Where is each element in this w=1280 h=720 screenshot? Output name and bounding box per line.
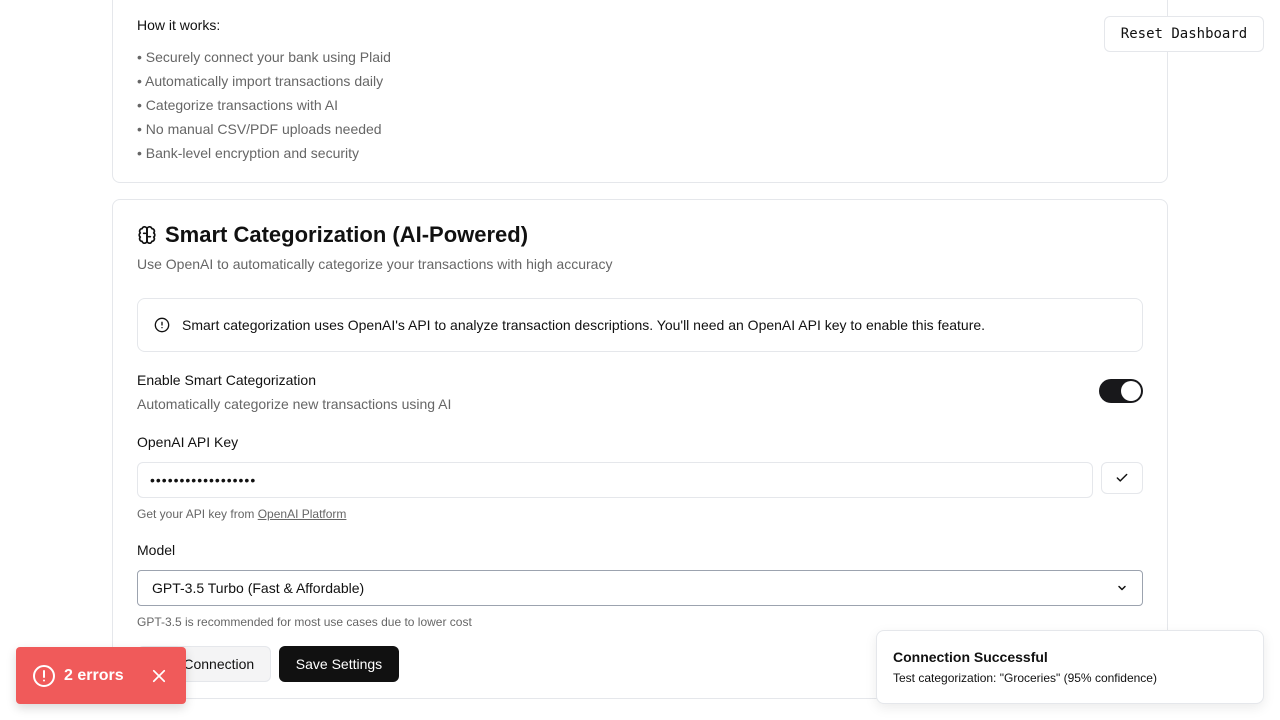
api-key-label: OpenAI API Key bbox=[137, 434, 239, 450]
toggle-knob bbox=[1121, 381, 1141, 401]
page-title: Smart Categorization (AI-Powered) bbox=[165, 222, 529, 247]
close-icon[interactable] bbox=[150, 667, 168, 685]
how-it-works-title: How it works: bbox=[137, 17, 221, 33]
toggle-description: Automatically categorize new transaction… bbox=[137, 396, 452, 412]
chevron-down-icon bbox=[1118, 585, 1126, 591]
toggle-label: Enable Smart Categorization bbox=[137, 372, 316, 388]
openai-platform-link[interactable]: OpenAI Platform bbox=[258, 507, 347, 521]
smart-categorization-toggle[interactable] bbox=[1099, 379, 1143, 403]
api-key-input[interactable] bbox=[137, 462, 1093, 498]
toast-body: Test categorization: "Groceries" (95% co… bbox=[893, 671, 1157, 685]
reset-dashboard-button[interactable]: Reset Dashboard bbox=[1104, 16, 1264, 52]
model-help: GPT-3.5 is recommended for most use case… bbox=[137, 615, 472, 629]
errors-count: 2 errors bbox=[64, 666, 124, 684]
section-title: Smart Categorization (AI-Powered) bbox=[137, 222, 528, 248]
api-key-help-text: Get your API key from bbox=[137, 507, 258, 521]
alert-circle-icon bbox=[33, 664, 55, 687]
list-item: • No manual CSV/PDF uploads needed bbox=[137, 121, 382, 137]
model-label: Model bbox=[137, 542, 176, 558]
errors-badge[interactable]: 2 errors bbox=[16, 647, 186, 704]
list-item: • Automatically import transactions dail… bbox=[137, 73, 384, 89]
model-select[interactable]: GPT-3.5 Turbo (Fast & Affordable) bbox=[137, 570, 1143, 606]
check-icon bbox=[1116, 473, 1128, 482]
brain-icon bbox=[138, 225, 156, 245]
list-item: • Securely connect your bank using Plaid bbox=[137, 49, 391, 65]
how-it-works-card: How it works: • Securely connect your ba… bbox=[112, 0, 1168, 183]
smart-categorization-card: Smart Categorization (AI-Powered) Use Op… bbox=[112, 199, 1168, 699]
alert-text: Smart categorization uses OpenAI's API t… bbox=[182, 317, 986, 333]
how-it-works-list: • Securely connect your bank using Plaid… bbox=[137, 45, 391, 165]
section-subtitle: Use OpenAI to automatically categorize y… bbox=[137, 256, 613, 272]
verify-key-button[interactable] bbox=[1101, 462, 1143, 494]
info-icon bbox=[154, 317, 170, 333]
list-item: • Categorize transactions with AI bbox=[137, 97, 338, 113]
save-settings-button[interactable]: Save Settings bbox=[279, 646, 399, 682]
api-key-help: Get your API key from OpenAI Platform bbox=[137, 507, 346, 521]
success-toast: Connection Successful Test categorizatio… bbox=[876, 630, 1264, 704]
toast-title: Connection Successful bbox=[893, 649, 1048, 665]
model-selected-value: GPT-3.5 Turbo (Fast & Affordable) bbox=[152, 580, 365, 596]
list-item: • Bank-level encryption and security bbox=[137, 145, 360, 161]
info-alert: Smart categorization uses OpenAI's API t… bbox=[137, 298, 1143, 352]
